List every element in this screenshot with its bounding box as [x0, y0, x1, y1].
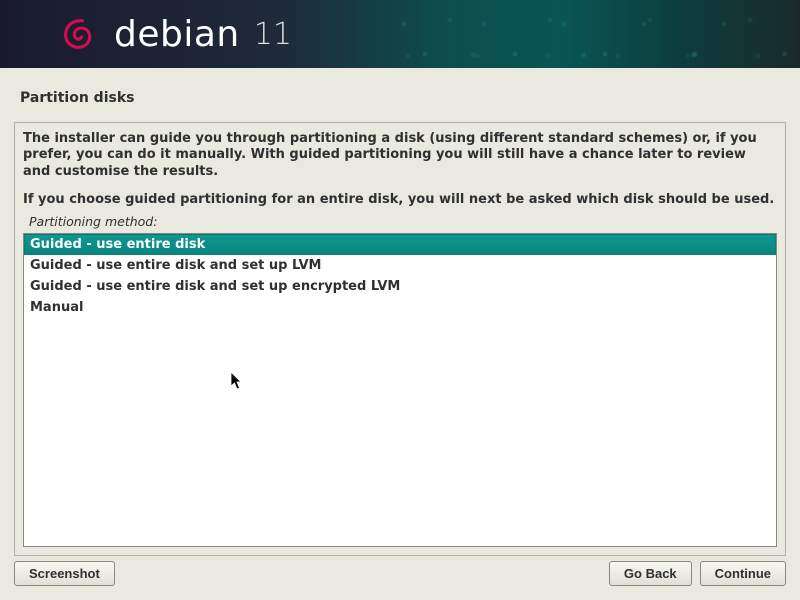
main-panel: The installer can guide you through part…: [14, 122, 786, 556]
installer-header: debian 11: [0, 0, 800, 68]
page-title: Partition disks: [0, 68, 800, 116]
brand-name: debian: [114, 14, 240, 55]
brand-version: 11: [254, 17, 292, 52]
option-guided-encrypted-lvm[interactable]: Guided - use entire disk and set up encr…: [24, 276, 776, 297]
option-manual[interactable]: Manual: [24, 297, 776, 318]
description-secondary: If you choose guided partitioning for an…: [23, 192, 777, 208]
option-guided-entire-disk[interactable]: Guided - use entire disk: [24, 234, 776, 255]
partition-method-list[interactable]: Guided - use entire disk Guided - use en…: [23, 233, 777, 547]
debian-swirl-icon: [56, 12, 100, 56]
option-guided-lvm[interactable]: Guided - use entire disk and set up LVM: [24, 255, 776, 276]
method-label: Partitioning method:: [29, 214, 777, 229]
description-primary: The installer can guide you through part…: [23, 131, 777, 180]
continue-button[interactable]: Continue: [700, 561, 786, 586]
footer: Screenshot Go Back Continue: [14, 561, 786, 586]
screenshot-button[interactable]: Screenshot: [14, 561, 115, 586]
go-back-button[interactable]: Go Back: [609, 561, 692, 586]
